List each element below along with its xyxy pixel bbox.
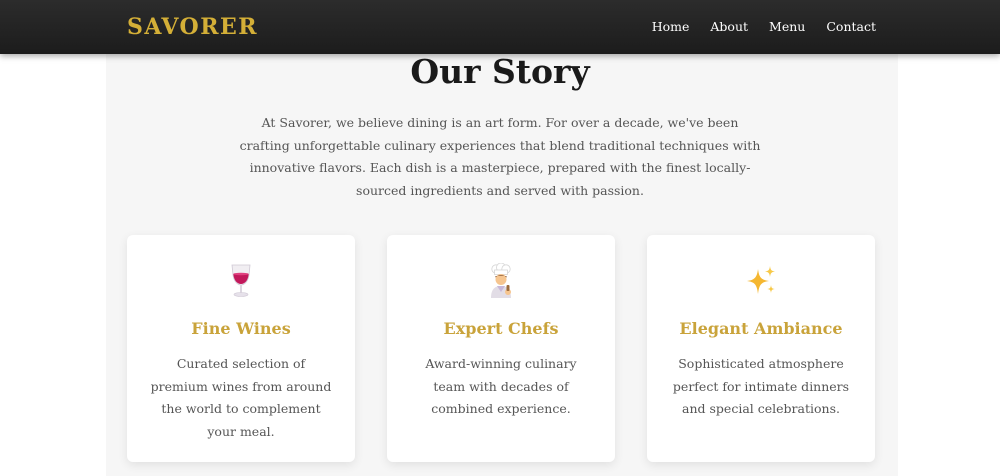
nav-link-menu[interactable]: Menu [769, 18, 805, 36]
chef-icon [387, 259, 615, 303]
page-title: Our Story [410, 52, 590, 91]
feature-card-fine-wines: Fine Wines Curated selection of premium … [127, 235, 355, 462]
nav-link-about[interactable]: About [710, 18, 748, 36]
feature-title: Expert Chefs [443, 319, 559, 338]
feature-card-expert-chefs: Expert Chefs Award-winning culinary team… [387, 235, 615, 462]
nav-link-contact[interactable]: Contact [826, 18, 876, 36]
navbar: SAVORER Home About Menu Contact [0, 0, 1000, 54]
nav-links: Home About Menu Contact [652, 18, 876, 36]
nav-link-home[interactable]: Home [652, 18, 690, 36]
story-intro: At Savorer, we believe dining is an art … [239, 115, 761, 198]
brand-logo[interactable]: SAVORER [127, 13, 258, 41]
feature-description: Curated selection of premium wines from … [150, 356, 332, 439]
sparkles-icon [647, 259, 875, 303]
feature-title: Fine Wines [191, 319, 291, 338]
feature-description: Sophisticated atmosphere perfect for int… [672, 356, 850, 416]
feature-description: Award-winning culinary team with decades… [425, 356, 577, 416]
feature-title: Elegant Ambiance [679, 319, 843, 338]
feature-card-elegant-ambiance: Elegant Ambiance Sophisticated atmospher… [647, 235, 875, 462]
wine-glass-icon [127, 259, 355, 303]
